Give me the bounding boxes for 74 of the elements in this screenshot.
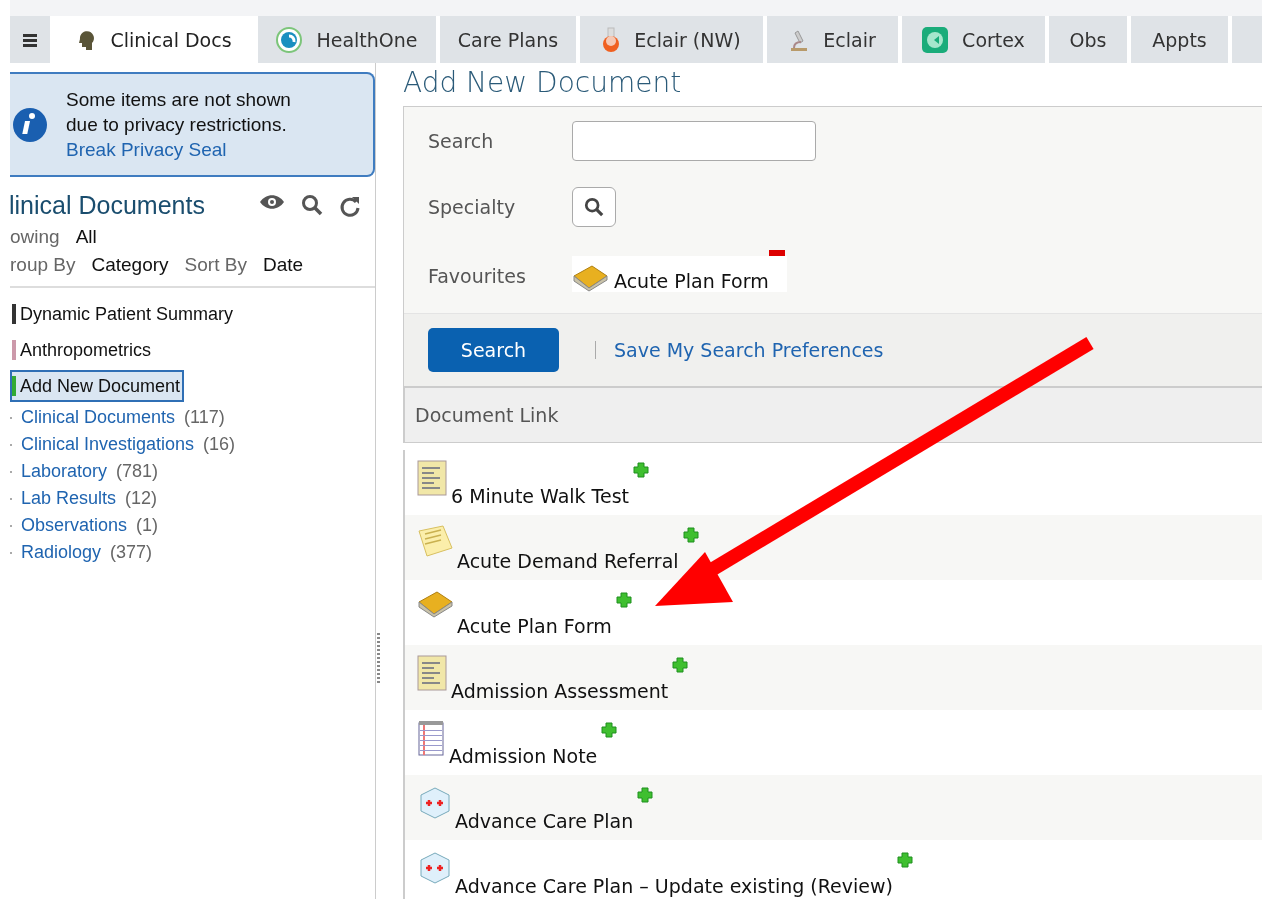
add-icon[interactable] — [633, 462, 649, 478]
page-title: Add New Document — [403, 65, 683, 101]
add-icon[interactable] — [637, 787, 654, 803]
resize-handle[interactable] — [377, 633, 380, 683]
filter-value[interactable]: Date — [262, 254, 304, 276]
category-link[interactable]: Laboratory — [21, 461, 108, 482]
first-aid-kit-icon — [417, 850, 451, 884]
item-count: (117) — [184, 407, 225, 428]
item-count: (12) — [125, 488, 158, 509]
tab[interactable]: Eclair — [767, 16, 898, 63]
notebook-icon — [417, 720, 445, 756]
tree-item[interactable]: Add New Document — [10, 370, 185, 402]
swirl-logo-icon — [276, 26, 303, 53]
form-icon — [417, 460, 447, 496]
filter-value[interactable]: Category — [91, 254, 169, 276]
item-count: (781) — [116, 461, 159, 482]
document-link[interactable]: Admission Assessment — [451, 680, 669, 702]
section-title: linical Documents — [9, 191, 205, 220]
filter-label: owing — [10, 226, 60, 248]
tab[interactable]: Obs — [1049, 16, 1127, 63]
menu-tab[interactable] — [10, 16, 50, 63]
filter-label: roup By — [10, 254, 76, 276]
category-link[interactable]: Clinical Documents — [21, 407, 176, 428]
field-label: Search — [428, 129, 495, 152]
category-link[interactable]: Observations — [21, 515, 128, 536]
column-header: Document Link — [403, 387, 1262, 443]
app-logo-icon — [922, 26, 949, 53]
note-icon — [417, 525, 453, 557]
eye-icon[interactable] — [259, 193, 285, 210]
add-icon[interactable] — [615, 592, 632, 608]
document-link[interactable]: Acute Plan Form — [457, 615, 612, 637]
add-icon[interactable] — [897, 852, 913, 868]
tree-item[interactable]: Dynamic Patient Summary — [10, 298, 238, 330]
tab[interactable]: Eclair (NW) — [580, 16, 763, 63]
field-label: Favourites — [428, 265, 527, 287]
filter-value[interactable]: All — [75, 226, 97, 248]
tree-item[interactable]: Anthropometrics — [10, 334, 156, 366]
remove-icon[interactable] — [768, 250, 785, 256]
form-icon — [417, 655, 447, 691]
search-icon — [584, 196, 604, 217]
break-privacy-seal-link[interactable]: Break Privacy Seal — [66, 137, 326, 162]
add-icon[interactable] — [601, 722, 618, 738]
item-count: (377) — [110, 542, 153, 563]
search-field[interactable] — [572, 120, 816, 161]
document-link[interactable]: 6 Minute Walk Test — [451, 485, 629, 507]
category-link[interactable]: Radiology — [21, 542, 102, 563]
book-icon — [572, 264, 608, 292]
document-link[interactable]: Acute Demand Referral — [457, 550, 679, 572]
specialty-search-button[interactable] — [572, 186, 616, 227]
menu-icon — [23, 32, 37, 47]
category-link[interactable]: Clinical Investigations — [21, 434, 195, 455]
book-icon — [417, 590, 453, 618]
info-icon — [12, 106, 48, 143]
tab[interactable]: Care Plans — [440, 16, 576, 63]
tab[interactable]: Appts — [1131, 16, 1228, 63]
flask-icon — [602, 26, 621, 53]
add-icon[interactable] — [672, 657, 689, 673]
filter-label: Sort By — [184, 254, 247, 276]
tab[interactable]: Cortex — [902, 16, 1045, 63]
save-preferences-link[interactable]: Save My Search Preferences — [614, 339, 884, 361]
head-icon — [76, 28, 97, 51]
first-aid-kit-icon — [417, 785, 451, 819]
add-icon[interactable] — [682, 527, 699, 543]
document-link[interactable]: Admission Note — [449, 745, 598, 767]
category-link[interactable]: Lab Results — [21, 488, 117, 509]
tab[interactable]: HealthOne — [258, 16, 436, 63]
search-button[interactable]: Search — [428, 328, 559, 372]
field-label: Specialty — [428, 195, 517, 218]
item-count: (16) — [203, 434, 236, 455]
search-icon[interactable] — [301, 193, 323, 216]
privacy-message: Some items are not shown due to privacy restrictions. — [66, 88, 292, 137]
item-count: (1) — [136, 515, 159, 536]
document-link[interactable]: Advance Care Plan – Update existing (Review) — [455, 875, 893, 897]
document-link[interactable]: Advance Care Plan — [455, 810, 634, 832]
